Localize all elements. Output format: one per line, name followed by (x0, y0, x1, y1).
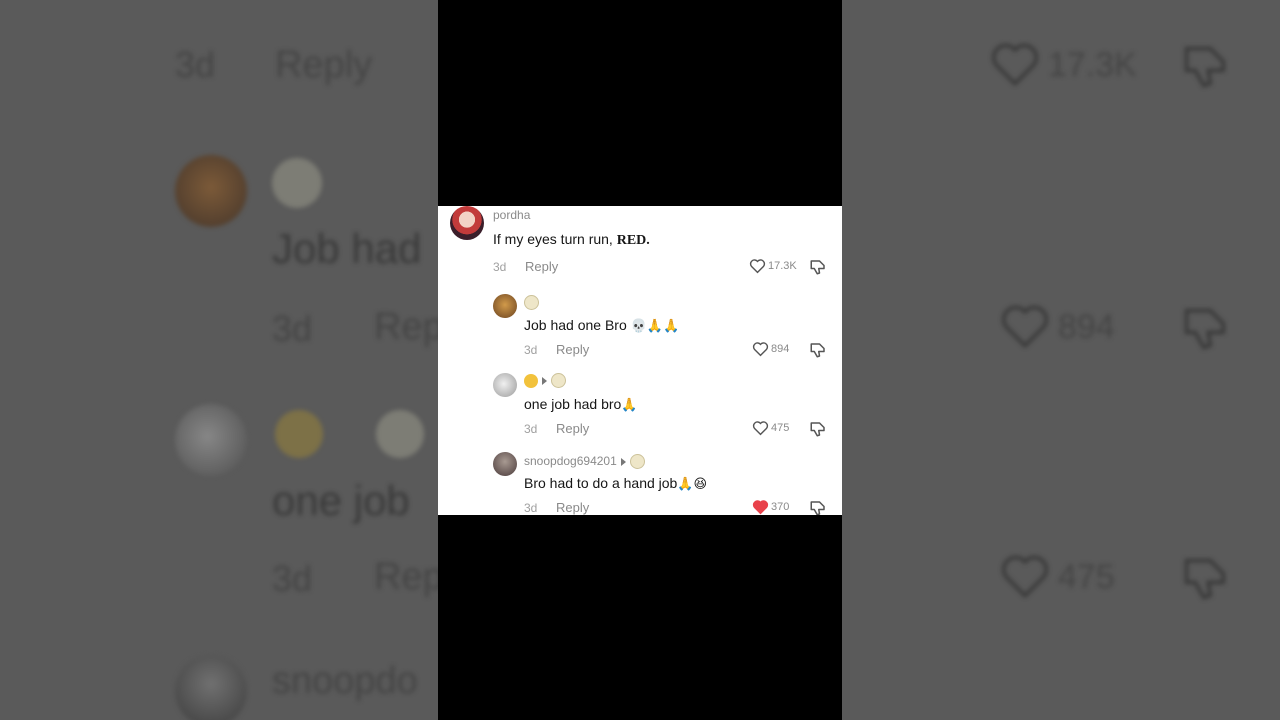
bg-avatar (175, 655, 247, 720)
comment-text-plain: Job had one Bro (524, 317, 627, 333)
bg-neutral-face-emoji (272, 158, 322, 208)
neutral-face-emoji (629, 454, 645, 470)
like-button[interactable]: 17.3K (749, 258, 797, 274)
reply-button[interactable]: Reply (556, 421, 589, 436)
comment-username[interactable] (524, 295, 539, 311)
bg-reply: Rep (374, 556, 444, 598)
avatar[interactable] (493, 294, 517, 318)
bg-heart-icon (1001, 305, 1049, 349)
bg-avatar (175, 155, 247, 227)
comment-age: 3d (524, 501, 538, 515)
heart-icon (749, 259, 766, 274)
bg-thumbs-down-icon (1184, 308, 1226, 350)
reply-button[interactable]: Reply (556, 500, 589, 515)
play-triangle-icon (542, 376, 547, 385)
bg-age: 3d (175, 44, 216, 85)
bg-heart-icon (991, 43, 1039, 87)
confused-face-emoji (524, 373, 538, 388)
bg-neutral-face-emoji (376, 410, 424, 458)
avatar[interactable] (493, 452, 517, 476)
like-count: 370 (771, 501, 790, 513)
heart-icon (752, 342, 769, 357)
comment-text-plain: Bro had to do a hand job (524, 475, 678, 491)
bg-thumbs-down-icon (1184, 46, 1226, 88)
comment-text-bold: RED. (616, 233, 650, 248)
thumbs-down-icon[interactable] (809, 341, 827, 359)
comment-username[interactable]: pordha (493, 208, 530, 222)
comment-emojis: 💀🙏🙏 (630, 319, 680, 334)
avatar[interactable] (450, 206, 484, 240)
comment-username[interactable]: snoopdog694201 (524, 454, 645, 470)
bg-confused-face-emoji (275, 410, 323, 458)
comment-emojis: 🙏😆 (677, 477, 708, 492)
neutral-face-emoji (551, 373, 566, 389)
bg-username: snoopdo (272, 660, 418, 702)
bg-likes: 17.3K (1048, 46, 1137, 84)
like-button[interactable]: 475 (752, 420, 789, 436)
comment-text: Bro had to do a hand job🙏😆 (524, 475, 707, 492)
comments-screenshot: pordha If my eyes turn run, RED. 3d Repl… (438, 206, 842, 515)
comment-age: 3d (524, 422, 538, 436)
bg-avatar (175, 404, 247, 476)
like-count: 475 (771, 422, 790, 434)
bg-age: 3d (272, 558, 313, 599)
reply-button[interactable]: Reply (556, 342, 589, 357)
avatar[interactable] (493, 373, 517, 397)
thumbs-down-icon[interactable] (809, 258, 827, 276)
comment-age: 3d (493, 260, 507, 274)
like-count: 17.3K (768, 260, 797, 272)
reply-button[interactable]: Reply (525, 259, 558, 274)
bg-likes: 894 (1058, 308, 1115, 346)
comment-age: 3d (524, 343, 538, 357)
comment-text: If my eyes turn run, RED. (493, 231, 650, 249)
like-button[interactable]: 894 (752, 341, 789, 357)
heart-icon-filled (752, 500, 769, 515)
bg-likes: 475 (1058, 558, 1115, 596)
bg-age: 3d (272, 308, 313, 349)
bg-reply: Reply (275, 44, 373, 86)
like-button[interactable]: 370 (752, 499, 789, 515)
bg-comment-text: one job (272, 477, 410, 524)
thumbs-down-icon[interactable] (809, 420, 827, 438)
bg-heart-icon (1001, 555, 1049, 599)
bg-comment-text: Job had (272, 225, 422, 272)
comment-text-plain: If my eyes turn run, (493, 231, 617, 247)
comment-emojis: 🙏 (621, 398, 638, 413)
thumbs-down-icon[interactable] (809, 499, 827, 515)
comment-text: Job had one Bro 💀🙏🙏 (524, 317, 679, 334)
comment-username-text: snoopdog694201 (524, 454, 617, 468)
comment-username[interactable] (524, 373, 566, 389)
comment-text-plain: one job had bro (524, 396, 622, 412)
comment-text: one job had bro🙏 (524, 396, 638, 413)
play-triangle-icon (620, 457, 626, 466)
like-count: 894 (771, 343, 790, 355)
neutral-face-emoji (524, 295, 539, 311)
bg-thumbs-down-icon (1184, 558, 1226, 600)
heart-icon (752, 421, 769, 436)
video-frame: pordha If my eyes turn run, RED. 3d Repl… (438, 0, 842, 720)
